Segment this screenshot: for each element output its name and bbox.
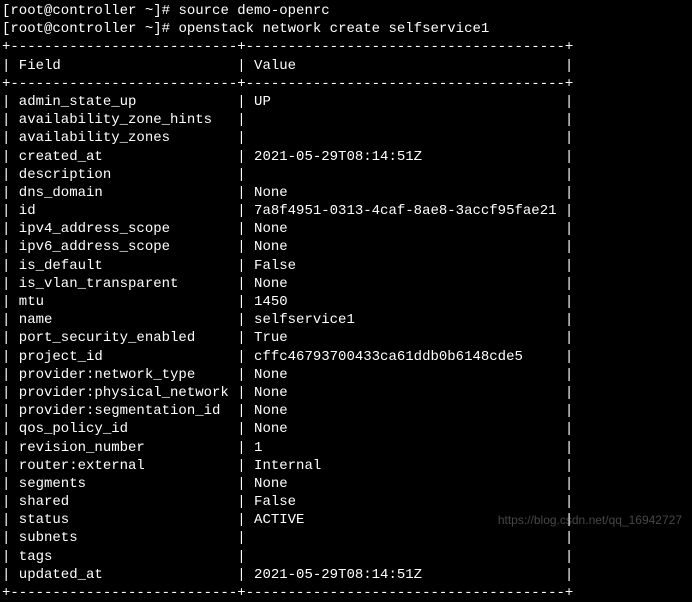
table-header-row: | Field | Value | — [2, 57, 690, 75]
terminal-line-cmd1: [root@controller ~]# source demo-openrc — [2, 2, 690, 20]
command-text: openstack network create selfservice1 — [178, 21, 489, 37]
table-row: | provider:network_type | None | — [2, 366, 690, 384]
table-row: | id | 7a8f4951-0313-4caf-8ae8-3accf95fa… — [2, 202, 690, 220]
table-row: | availability_zone_hints | | — [2, 111, 690, 129]
table-row: | created_at | 2021-05-29T08:14:51Z | — [2, 148, 690, 166]
table-border-mid: +---------------------------+-----------… — [2, 75, 690, 93]
table-row: | shared | False | — [2, 493, 690, 511]
table-row: | ipv6_address_scope | None | — [2, 238, 690, 256]
table-row: | updated_at | 2021-05-29T08:14:51Z | — [2, 566, 690, 584]
prompt: [root@controller ~]# — [2, 21, 178, 37]
table-row: | dns_domain | None | — [2, 184, 690, 202]
table-rows: | admin_state_up | UP || availability_zo… — [2, 93, 690, 584]
table-row: | revision_number | 1 | — [2, 439, 690, 457]
table-row: | router:external | Internal | — [2, 457, 690, 475]
table-row: | segments | None | — [2, 475, 690, 493]
table-border-top: +---------------------------+-----------… — [2, 38, 690, 56]
terminal-line-cmd2: [root@controller ~]# openstack network c… — [2, 20, 690, 38]
prompt: [root@controller ~]# — [2, 3, 178, 19]
table-row: | ipv4_address_scope | None | — [2, 220, 690, 238]
table-row: | provider:physical_network | None | — [2, 384, 690, 402]
table-row: | is_vlan_transparent | None | — [2, 275, 690, 293]
table-row: | availability_zones | | — [2, 129, 690, 147]
table-row: | project_id | cffc46793700433ca61ddb0b6… — [2, 348, 690, 366]
table-row: | name | selfservice1 | — [2, 311, 690, 329]
table-row: | port_security_enabled | True | — [2, 329, 690, 347]
table-row: | description | | — [2, 166, 690, 184]
table-row: | subnets | | — [2, 529, 690, 547]
table-row: | admin_state_up | UP | — [2, 93, 690, 111]
table-row: | provider:segmentation_id | None | — [2, 402, 690, 420]
table-row: | qos_policy_id | None | — [2, 420, 690, 438]
table-border-bot: +---------------------------+-----------… — [2, 584, 690, 602]
command-text: source demo-openrc — [178, 3, 329, 19]
table-row: | mtu | 1450 | — [2, 293, 690, 311]
watermark: https://blog.csdn.net/qq_16942727 — [498, 513, 682, 529]
table-row: | is_default | False | — [2, 257, 690, 275]
table-row: | tags | | — [2, 548, 690, 566]
